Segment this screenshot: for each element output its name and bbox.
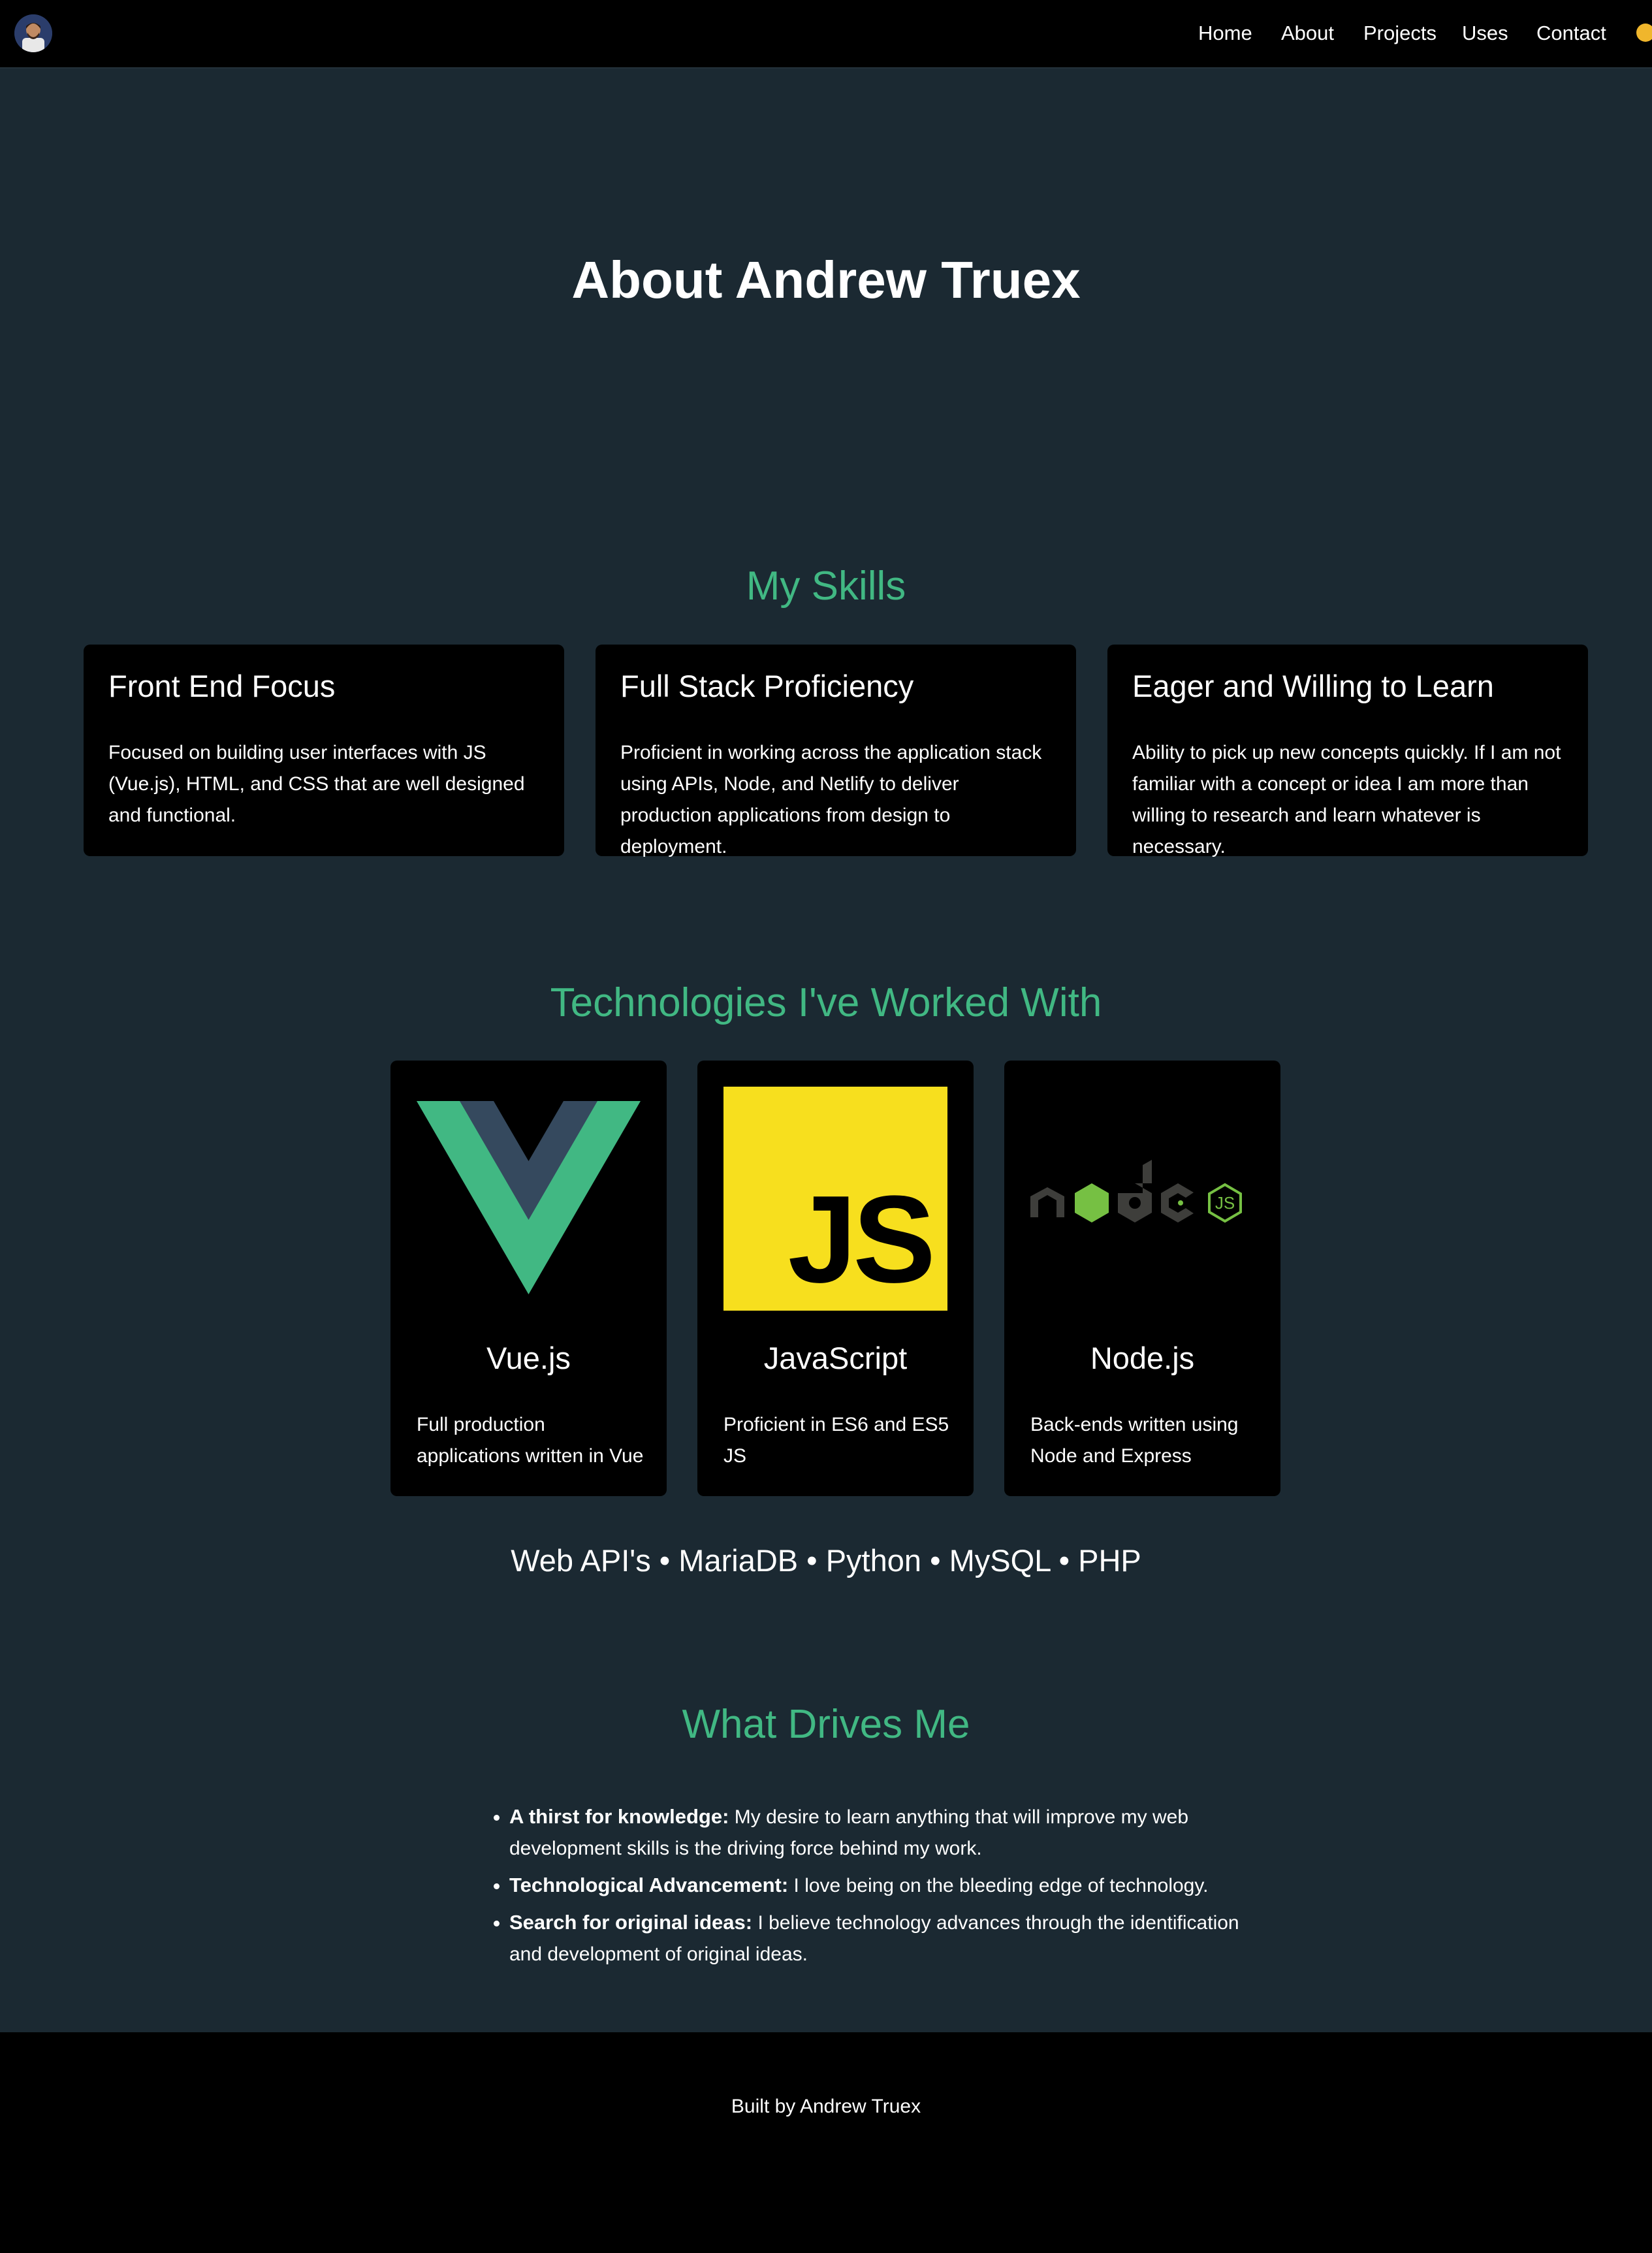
avatar-icon (14, 14, 52, 52)
tech-card-title: JavaScript (763, 1341, 908, 1375)
list-item-text: I love being on the bleeding edge of tec… (788, 1875, 1209, 1896)
skill-card-learn: Eager and Willing to Learn Ability to pi… (1107, 645, 1588, 857)
skill-card-text: Focused on building user interfaces with… (108, 742, 525, 826)
nav-uses-link[interactable]: Uses (1462, 22, 1508, 45)
list-item-label: Search for original ideas: (509, 1911, 753, 1934)
list-item: A thirst for knowledge: My desire to lea… (509, 1801, 1241, 1864)
nav-about-link[interactable]: About (1281, 22, 1334, 45)
drives-heading: What Drives Me (682, 1702, 970, 1747)
nav-projects-link[interactable]: Projects (1363, 22, 1437, 45)
skill-card-text: Ability to pick up new concepts quickly.… (1132, 742, 1561, 857)
list-item: Search for original ideas: I believe tec… (509, 1907, 1241, 1970)
nodejs-logo: JS (1030, 1087, 1254, 1311)
footer: Built by Andrew Truex (0, 2032, 1652, 2253)
skills-heading: My Skills (746, 564, 906, 609)
tech-card-text: Full production applications written in … (417, 1414, 644, 1467)
list-item-label: A thirst for knowledge: (509, 1805, 729, 1828)
javascript-logo: JS (723, 1087, 947, 1311)
sun-icon[interactable] (1636, 24, 1652, 42)
page-title: About Andrew Truex (571, 251, 1081, 309)
tech-card-vue: Vue.js Full production applications writ… (390, 1061, 667, 1496)
avatar[interactable] (14, 14, 52, 52)
tech-card-javascript: JS JavaScript Proficient in ES6 and ES5 … (697, 1061, 974, 1496)
tech-card-nodejs: JS Node.js Back-ends written using Node … (1004, 1061, 1280, 1496)
tech-card-title: Vue.js (486, 1341, 571, 1375)
javascript-logo-text: JS (787, 1170, 936, 1309)
list-item: Technological Advancement: I love being … (509, 1870, 1241, 1902)
nodejs-logo-text: JS (1215, 1193, 1235, 1213)
skill-card-text: Proficient in working across the applica… (620, 742, 1042, 857)
list-item-label: Technological Advancement: (509, 1874, 789, 1896)
tech-card-text: Back-ends written using Node and Express (1030, 1414, 1239, 1467)
other-technologies: Web API's • MariaDB • Python • MySQL • P… (511, 1543, 1141, 1578)
technologies-heading: Technologies I've Worked With (550, 980, 1102, 1025)
nav-home-link[interactable]: Home (1198, 22, 1252, 45)
skill-card-full-stack: Full Stack Proficiency Proficient in wor… (596, 645, 1076, 857)
skill-card-title: Eager and Willing to Learn (1132, 669, 1494, 703)
footer-text: Built by Andrew Truex (731, 2096, 921, 2117)
skill-card-front-end: Front End Focus Focused on building user… (84, 645, 564, 856)
vue-logo (417, 1087, 641, 1311)
top-navigation: Home About Projects Uses Contact (0, 0, 1652, 69)
drives-list: A thirst for knowledge: My desire to lea… (483, 1801, 1241, 1975)
skill-card-title: Front End Focus (108, 669, 336, 703)
nav-contact-link[interactable]: Contact (1536, 22, 1606, 45)
tech-card-title: Node.js (1090, 1341, 1195, 1375)
tech-card-text: Proficient in ES6 and ES5 JS (723, 1414, 949, 1467)
skill-card-title: Full Stack Proficiency (620, 669, 914, 703)
